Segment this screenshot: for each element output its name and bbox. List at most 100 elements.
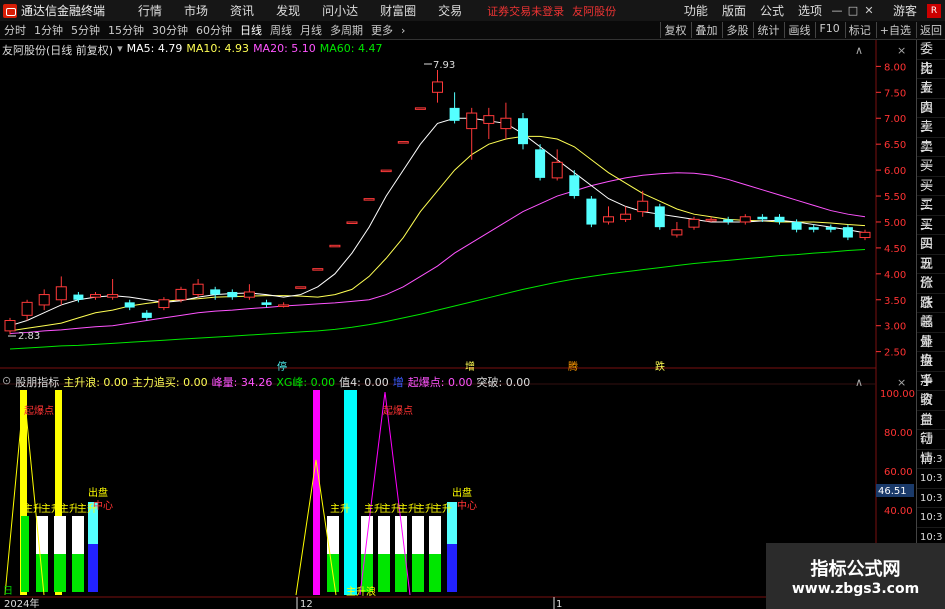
dropdown-icon[interactable]: ▾ <box>117 42 123 58</box>
back-button[interactable]: 返回 <box>916 22 945 38</box>
sidebar-item-9[interactable]: 买四 <box>917 216 945 252</box>
menu-wealth-circle[interactable]: 财富圈 <box>369 2 427 19</box>
event-mark-halt[interactable]: 停 <box>277 360 287 373</box>
sidebar-item-1[interactable]: 卖五 <box>917 60 945 96</box>
stock-name-label[interactable]: 友阿股份(日线 前复权) <box>2 42 113 58</box>
sidebar-item-22[interactable]: 10:3 <box>917 469 945 489</box>
login-notice[interactable]: 证券交易未登录 <box>487 3 564 19</box>
mark-button[interactable]: 标记 <box>844 22 874 38</box>
zhongxin-label-1: 中心 <box>93 499 113 512</box>
period-tab-weekly[interactable]: 周线 <box>266 22 296 38</box>
ind-axis-100: 100.00 <box>880 389 915 400</box>
chart-area[interactable]: 8.00 7.50 7.00 6.50 6.00 5.50 5.00 4.50 4.00 3.50… <box>0 40 915 609</box>
sidebar-item-18[interactable]: 收益 <box>917 391 945 428</box>
sidebar-item-6[interactable]: 买一 <box>917 157 945 194</box>
indicator-collapse-icon[interactable]: ∧ <box>855 376 863 389</box>
candle-body <box>483 115 495 124</box>
sidebar-item-14[interactable]: 总量 <box>917 313 945 350</box>
period-tab-15min[interactable]: 15分钟 <box>104 22 148 38</box>
sidebar-item-4[interactable]: 卖二 <box>917 118 945 155</box>
menu-market[interactable]: 市场 <box>173 2 219 19</box>
sidebar-item-17[interactable]: 净资 <box>917 372 945 408</box>
candle <box>261 299 272 308</box>
formula-button[interactable]: 公式 <box>753 2 791 19</box>
period-tab-daily[interactable]: 日线 <box>236 22 266 38</box>
candle-body <box>210 289 221 295</box>
r-badge-icon[interactable]: R <box>927 3 941 18</box>
sidebar-item-13[interactable]: 涨幅 <box>917 294 945 330</box>
function-button[interactable]: 功能 <box>677 2 715 19</box>
sidebar-item-15[interactable]: 外盘 <box>917 333 945 369</box>
indicator-name[interactable]: 股朋指标 <box>15 374 59 390</box>
indicator-settings-icon[interactable]: ⊙ <box>2 374 11 390</box>
zhusheng-label: 主升 <box>41 503 61 515</box>
candle <box>346 221 358 224</box>
sidebar-item-21[interactable]: 10:3 <box>917 450 945 469</box>
menu-market-quotes[interactable]: 行情 <box>127 2 173 19</box>
options-button[interactable]: 选项 <box>791 2 829 19</box>
low-price-label: 2.83 <box>18 331 40 342</box>
candle-body <box>586 198 597 225</box>
ind-value-tupo: 突破: 0.00 <box>476 376 531 389</box>
sidebar-item-20[interactable]: 行情 <box>917 430 945 467</box>
add-watchlist-button[interactable]: +自选 <box>875 22 914 38</box>
app-logo-icon <box>3 3 17 18</box>
stats-button[interactable]: 统计 <box>753 22 782 38</box>
menu-discover[interactable]: 发现 <box>265 2 311 19</box>
ind-bar-white <box>54 516 66 554</box>
maximize-icon[interactable]: □ <box>845 4 861 17</box>
sidebar-item-0[interactable]: 委比 <box>917 40 945 77</box>
period-tab-more[interactable]: 更多 <box>367 22 397 38</box>
menu-trade[interactable]: 交易 <box>427 2 473 19</box>
sidebar-item-19[interactable]: 自动 <box>917 411 945 447</box>
layout-button[interactable]: 版面 <box>715 2 753 19</box>
sidebar-item-16[interactable]: 换手 <box>917 352 945 389</box>
adjust-button[interactable]: 复权 <box>660 22 689 38</box>
overlay-button[interactable]: 叠加 <box>691 22 720 38</box>
sidebar-item-12[interactable]: 涨跌 <box>917 274 945 311</box>
indicator-close-icon[interactable]: × <box>897 376 906 389</box>
price-axis-label: 4.00 <box>884 270 906 281</box>
candle-body <box>141 312 152 318</box>
menu-ask-xiaoda[interactable]: 问小达 <box>311 2 369 19</box>
collapse-icon[interactable]: ∧ <box>855 44 863 57</box>
sidebar-item-5[interactable]: 卖一 <box>917 138 945 174</box>
guest-user[interactable]: 游客 <box>877 2 927 19</box>
candle <box>825 224 836 233</box>
f10-button[interactable]: F10 <box>815 22 842 38</box>
event-mark-rise[interactable]: 腾 <box>568 360 578 373</box>
menu-news[interactable]: 资讯 <box>219 2 265 19</box>
period-tab-monthly[interactable]: 月线 <box>296 22 326 38</box>
sidebar-item-24[interactable]: 10:3 <box>917 508 945 528</box>
ind-bar-blue <box>447 544 457 592</box>
candles <box>4 70 871 335</box>
sidebar-item-2[interactable]: 卖四 <box>917 79 945 116</box>
period-tab-multi[interactable]: 多周期 <box>326 22 367 38</box>
minimize-icon[interactable]: — <box>829 4 845 17</box>
candle-body <box>312 268 324 271</box>
price-axis-label: 5.50 <box>884 192 906 203</box>
multi-stock-button[interactable]: 多股 <box>722 22 751 38</box>
sidebar-item-3[interactable]: 卖三 <box>917 99 945 135</box>
close-icon[interactable]: ✕ <box>861 4 877 17</box>
sidebar-item-11[interactable]: 现价 <box>917 255 945 291</box>
candle-body <box>414 107 426 110</box>
candle <box>124 299 135 311</box>
period-tab-1min[interactable]: 1分钟 <box>30 22 67 38</box>
close-panel-icon[interactable]: × <box>897 44 906 57</box>
event-mark-increase[interactable]: 增 <box>465 360 475 373</box>
price-axis-label: 5.00 <box>884 218 906 229</box>
chevron-right-icon[interactable]: › <box>397 24 409 37</box>
sidebar-item-7[interactable]: 买二 <box>917 177 945 213</box>
date-12: 12 <box>300 599 313 609</box>
period-tab-60min[interactable]: 60分钟 <box>192 22 236 38</box>
sidebar-item-10[interactable]: 买五 <box>917 235 945 272</box>
period-tab-intraday[interactable]: 分时 <box>0 22 30 38</box>
chart-svg[interactable]: 8.00 7.50 7.00 6.50 6.00 5.50 5.00 4.50 4.00 3.50… <box>0 40 915 609</box>
sidebar-item-23[interactable]: 10:3 <box>917 489 945 508</box>
period-tab-30min[interactable]: 30分钟 <box>148 22 192 38</box>
period-tab-5min[interactable]: 5分钟 <box>67 22 104 38</box>
sidebar-item-8[interactable]: 买三 <box>917 196 945 233</box>
draw-line-button[interactable]: 画线 <box>784 22 813 38</box>
event-mark-fall[interactable]: 跌 <box>655 360 665 373</box>
